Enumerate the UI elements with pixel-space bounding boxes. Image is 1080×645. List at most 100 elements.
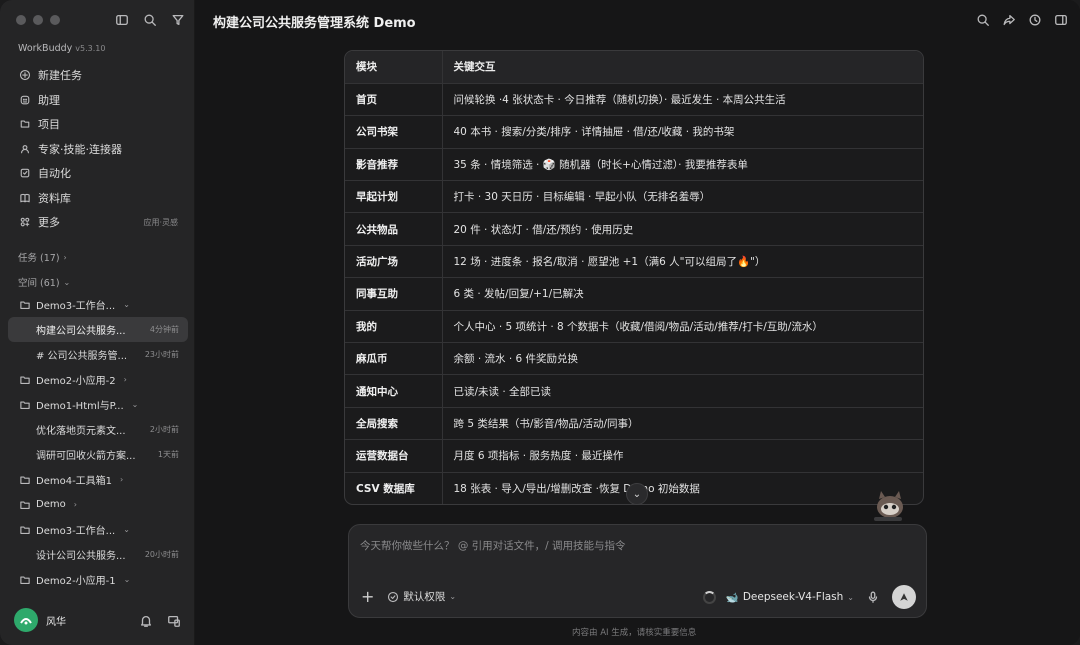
nav-item-label: 资料库: [38, 191, 71, 205]
plus-circle-icon: [18, 68, 32, 82]
task-item[interactable]: 构建公司公共服务... 4分钟前: [8, 317, 188, 342]
space-folder[interactable]: Demo ›: [8, 492, 188, 517]
minimize-window-button[interactable]: [33, 15, 43, 25]
interaction-cell: 35 条 · 情境筛选 · 🎲 随机器（时长+心情过滤）· 我要推荐表单: [442, 148, 923, 182]
module-cell: 影音推荐: [345, 148, 443, 182]
sidebar-toggle-icon[interactable]: [113, 11, 131, 29]
nav-item[interactable]: 自动化: [10, 161, 186, 186]
chevron-down-icon: ⌄: [131, 400, 139, 409]
model-label: Deepseek-V4-Flash: [742, 591, 844, 603]
table-header-row: 模块 关键交互: [345, 51, 923, 84]
permission-label: 默认权限: [403, 591, 446, 603]
send-arrow-icon: [900, 593, 908, 601]
tree-item-label: 调研可回收火箭方案...: [36, 451, 136, 462]
microphone-icon[interactable]: [864, 588, 882, 606]
chevron-down-icon: ⌄: [63, 277, 71, 287]
model-selector[interactable]: 🐋 Deepseek-V4-Flash ⌄: [726, 591, 854, 604]
table-row: 同事互助 6 类 · 发帖/回复/+1/已解决: [345, 277, 923, 311]
ai-disclaimer: 内容由 AI 生成，请核实重要信息: [572, 628, 697, 638]
table-row: 活动广场 12 场 · 进度条 · 报名/取消 · 愿望池 +1（满6 人"可以组…: [345, 245, 923, 279]
avatar[interactable]: [14, 608, 38, 632]
sidebar-toolbar: [113, 11, 187, 29]
tree-item-label: Demo2-小应用-2: [36, 376, 116, 387]
devices-icon[interactable]: [165, 612, 183, 630]
table-row: 麻瓜币 余额 · 流水 · 6 件奖励兑换: [345, 342, 923, 376]
tree-item-label: Demo1-Html与P...: [36, 401, 124, 412]
interaction-cell: 个人中心 · 5 项统计 · 8 个数据卡（收藏/借阅/物品/活动/推荐/打卡/…: [442, 310, 923, 344]
tasks-section[interactable]: 任务 (17) ›: [18, 250, 67, 265]
space-folder[interactable]: Demo2-小应用-1 ⌄: [8, 567, 188, 592]
tree-item-label: # 公司公共服务管...: [36, 351, 128, 362]
filter-icon[interactable]: [169, 11, 187, 29]
tasks-section-label: 任务 (17): [18, 253, 60, 264]
library-icon: [18, 191, 32, 205]
search-icon[interactable]: [974, 11, 992, 29]
spaces-section-label: 空间 (61): [18, 278, 60, 289]
expert-icon: [18, 142, 32, 156]
interaction-cell: 已读/未读 · 全部已读: [442, 374, 923, 408]
space-folder[interactable]: Demo3-工作台... ⌄: [8, 292, 188, 317]
nav-item-label: 专家·技能·连接器: [38, 142, 122, 156]
add-attachment-button[interactable]: +: [361, 588, 374, 604]
module-cell: 同事互助: [345, 277, 443, 311]
bell-icon[interactable]: [137, 612, 155, 630]
close-window-button[interactable]: [16, 15, 26, 25]
folder-icon: [18, 398, 31, 411]
chat-composer[interactable]: 今天帮你做些什么？ @ 引用对话文件，/ 调用技能与指令 + 默认权限 ⌄ 🐋 …: [348, 524, 927, 618]
table-row: 通知中心 已读/未读 · 全部已读: [345, 374, 923, 408]
space-folder[interactable]: Demo3-工作台... ⌄: [8, 517, 188, 542]
nav-item[interactable]: 资料库: [10, 186, 186, 211]
module-cell: 公司书架: [345, 115, 443, 149]
space-folder[interactable]: Demo4-工具箱1 ›: [8, 467, 188, 492]
chevron-down-icon: ⌄: [449, 592, 457, 601]
nav-item-label: 项目: [38, 118, 60, 132]
task-item[interactable]: 调研可回收火箭方案... 1天前: [8, 442, 188, 467]
spaces-section[interactable]: 空间 (61) ⌄: [18, 275, 71, 290]
column-header-module: 模块: [345, 51, 443, 84]
interaction-cell: 40 本书 · 搜索/分类/排序 · 详情抽屉 · 借/还/收藏 · 我的书架: [442, 115, 923, 149]
send-button[interactable]: [892, 585, 916, 609]
task-item[interactable]: 设计公司公共服务... 20小时前: [8, 542, 188, 567]
folder-icon: [18, 523, 31, 536]
task-item[interactable]: # 公司公共服务管... 23小时前: [8, 342, 188, 367]
search-icon[interactable]: [141, 11, 159, 29]
chevron-down-icon: ⌄: [632, 488, 642, 500]
space-folder[interactable]: Demo1-Html与P... ⌄: [8, 392, 188, 417]
zoom-window-button[interactable]: [50, 15, 60, 25]
module-cell: CSV 数据库: [345, 472, 443, 504]
nav-item[interactable]: 新建任务: [10, 63, 186, 88]
interaction-cell: 18 张表 · 导入/导出/增删改查 ·恢复 Demo 初始数据: [442, 472, 923, 504]
panel-toggle-icon[interactable]: [1052, 11, 1070, 29]
module-table: 模块 关键交互 首页 问候轮换 ·4 张状态卡 · 今日推荐（随机切换）· 最近发…: [344, 50, 924, 505]
nav-item-label: 助理: [38, 93, 60, 107]
nav-item[interactable]: 更多 应用·灵感: [10, 210, 186, 235]
user-actions: [137, 612, 183, 630]
history-icon[interactable]: [1026, 11, 1044, 29]
nav-item[interactable]: 助理: [10, 88, 186, 113]
app-name-text: WorkBuddy: [18, 43, 73, 54]
module-cell: 全局搜索: [345, 407, 443, 441]
composer-left-tools: + 默认权限 ⌄: [361, 588, 456, 604]
permission-selector[interactable]: 默认权限 ⌄: [386, 589, 456, 604]
nav-item-extra: 应用·灵感: [143, 217, 178, 227]
task-item[interactable]: 优化落地页元素文... 2小时前: [8, 417, 188, 442]
chevron-right-icon: ›: [73, 500, 77, 509]
composer-input[interactable]: 今天帮你做些什么？ @ 引用对话文件，/ 调用技能与指令: [360, 538, 626, 553]
nav-item[interactable]: 专家·技能·连接器: [10, 137, 186, 162]
folder-icon: [18, 373, 31, 386]
user-profile[interactable]: 风华: [14, 608, 66, 632]
chevron-down-icon: ⌄: [123, 575, 131, 584]
chevron-down-icon: ⌄: [123, 300, 130, 309]
loading-spinner-icon: [702, 590, 716, 604]
nav-item[interactable]: 项目: [10, 112, 186, 137]
share-icon[interactable]: [1000, 11, 1018, 29]
header-toolbar: [974, 11, 1070, 29]
space-folder[interactable]: Demo2-小应用-2 ›: [8, 367, 188, 392]
chevron-right-icon: ›: [120, 475, 124, 484]
scroll-down-button[interactable]: ⌄: [626, 483, 648, 505]
project-icon: [18, 117, 32, 131]
module-cell: 麻瓜币: [345, 342, 443, 376]
automation-icon: [18, 166, 32, 180]
window-controls: [16, 15, 60, 25]
table-row: 早起计划 打卡 · 30 天日历 · 目标编辑 · 早起小队（无排名羞辱）: [345, 180, 923, 214]
